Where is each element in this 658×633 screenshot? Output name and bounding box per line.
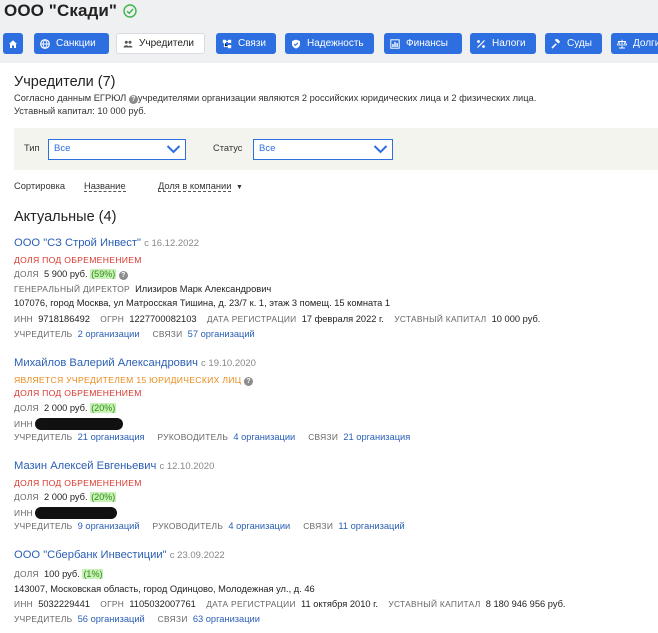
share-percent-badge: (59%) bbox=[90, 269, 117, 279]
tab-home[interactable] bbox=[3, 33, 23, 54]
redacted-inn-mark bbox=[35, 418, 124, 430]
share-line: ДОЛЯ 100 руб. (1%) bbox=[14, 569, 104, 579]
founder-orgs-link[interactable]: 9 организаций bbox=[78, 521, 140, 531]
encumbrance-label: ДОЛЯ ПОД ОБРЕМЕНЕНИЕМ bbox=[14, 255, 142, 265]
manager-orgs-link[interactable]: 4 организации bbox=[228, 521, 290, 531]
type-filter-label: Тип bbox=[24, 143, 40, 153]
sort-label: Сортировка bbox=[14, 181, 66, 191]
tab-sanctions[interactable]: Санкции bbox=[34, 33, 109, 54]
help-icon[interactable]: ? bbox=[118, 271, 128, 280]
founder-orgs-link[interactable]: 2 организации bbox=[78, 329, 140, 339]
share-percent-badge: (20%) bbox=[90, 403, 117, 413]
chevron-down-icon bbox=[373, 145, 388, 154]
caret-down-icon: ▼ bbox=[235, 184, 243, 191]
relations-line: УЧРЕДИТЕЛЬ 9 организаций РУКОВОДИТЕЛЬ 4 … bbox=[14, 521, 405, 531]
tab-courts[interactable]: Суды bbox=[545, 33, 602, 54]
tab-debts[interactable]: Долги bbox=[611, 33, 658, 54]
gavel-icon bbox=[551, 38, 561, 49]
tab-finance[interactable]: Финансы bbox=[384, 33, 462, 54]
founder-entry-name[interactable]: ООО "Сбербанк Инвестиции" с 23.09.2022 bbox=[14, 549, 225, 561]
relations-line: УЧРЕДИТЕЛЬ 21 организация РУКОВОДИТЕЛЬ 4… bbox=[14, 432, 411, 442]
tab-founders[interactable]: Учредители bbox=[116, 33, 205, 54]
company-title: ООО "Скади" bbox=[4, 1, 137, 21]
share-percent-badge: (1%) bbox=[82, 569, 104, 579]
founder-of-label: ЯВЛЯЕТСЯ УЧРЕДИТЕЛЕМ 15 ЮРИДИЧЕСКИХ ЛИЦ … bbox=[14, 375, 254, 386]
encumbrance-label: ДОЛЯ ПОД ОБРЕМЕНЕНИЕМ bbox=[14, 478, 142, 488]
verified-check-icon bbox=[123, 4, 137, 18]
inn-line: ИНН bbox=[14, 418, 124, 430]
address-line: 107076, город Москва, ул Матросская Тиши… bbox=[14, 298, 391, 308]
inn-line: ИНН bbox=[14, 507, 118, 519]
requisites-line: ИНН 9718186492 ОГРН 1227700082103 ДАТА Р… bbox=[14, 314, 541, 324]
share-line: ДОЛЯ 2 000 руб. (20%) bbox=[14, 492, 117, 502]
relations-line: УЧРЕДИТЕЛЬ 56 организаций СВЯЗИ 63 орган… bbox=[14, 614, 260, 624]
home-icon bbox=[9, 39, 17, 48]
founder-entry-name[interactable]: Михайлов Валерий Александрович с 19.10.2… bbox=[14, 357, 256, 369]
type-filter-value: Все bbox=[54, 143, 71, 154]
chart-icon bbox=[390, 38, 400, 49]
tab-label: Долги bbox=[633, 38, 658, 49]
share-percent-badge: (20%) bbox=[90, 492, 117, 502]
people-icon bbox=[123, 40, 133, 47]
type-filter-select[interactable]: Все bbox=[48, 139, 186, 160]
status-filter-value: Все bbox=[259, 143, 276, 154]
help-icon[interactable]: ? bbox=[128, 95, 138, 104]
links-orgs-link[interactable]: 11 организаций bbox=[338, 521, 404, 531]
director-line: ГЕНЕРАЛЬНЫЙ ДИРЕКТОР Илизиров Марк Алекс… bbox=[14, 284, 272, 294]
status-filter-select[interactable]: Все bbox=[253, 139, 393, 160]
founder-entry-name[interactable]: Мазин Алексей Евгеньевич с 12.10.2020 bbox=[14, 460, 214, 472]
share-line: ДОЛЯ 2 000 руб. (20%) bbox=[14, 403, 117, 413]
tab-links[interactable]: Связи bbox=[216, 33, 276, 54]
tab-label: Надежность bbox=[307, 38, 364, 49]
chevron-down-icon bbox=[166, 145, 181, 154]
tab-reliability[interactable]: Надежность bbox=[285, 33, 374, 54]
filter-bar: Тип Все Статус Все bbox=[14, 128, 658, 170]
tab-label: Учредители bbox=[139, 38, 195, 49]
sort-by-name[interactable]: Название bbox=[84, 181, 126, 192]
address-line: 143007, Московская область, город Одинцо… bbox=[14, 584, 315, 594]
manager-orgs-link[interactable]: 4 организации bbox=[233, 432, 295, 442]
authorized-capital: Уставный капитал: 10 000 руб. bbox=[14, 106, 147, 116]
links-orgs-link[interactable]: 21 организация bbox=[343, 432, 410, 442]
help-icon[interactable]: ? bbox=[244, 377, 254, 386]
status-filter-label: Статус bbox=[213, 143, 243, 153]
founder-orgs-link[interactable]: 56 организаций bbox=[78, 614, 145, 624]
relations-line: УЧРЕДИТЕЛЬ 2 организации СВЯЗИ 57 органи… bbox=[14, 329, 255, 339]
encumbrance-label: ДОЛЯ ПОД ОБРЕМЕНЕНИЕМ bbox=[14, 388, 142, 398]
top-bar: ООО "Скади" Санкции Учредители Связи Над… bbox=[0, 0, 658, 63]
tab-label: Налоги bbox=[492, 38, 526, 49]
share-line: ДОЛЯ 5 900 руб. (59%) ? bbox=[14, 269, 128, 280]
tab-label: Финансы bbox=[406, 38, 448, 49]
founder-orgs-link[interactable]: 21 организация bbox=[78, 432, 145, 442]
founder-entry-name[interactable]: ООО "СЗ Строй Инвест" с 16.12.2022 bbox=[14, 237, 199, 249]
percent-icon bbox=[477, 39, 485, 48]
redacted-inn-mark bbox=[35, 507, 118, 519]
scales-icon bbox=[617, 39, 627, 48]
links-orgs-link[interactable]: 63 организации bbox=[193, 614, 260, 624]
founders-description: Согласно данным ЕГРЮЛ ? учредителями орга… bbox=[14, 93, 537, 104]
company-name: ООО "Скади" bbox=[4, 1, 118, 20]
current-section-title: Актуальные (4) bbox=[14, 209, 117, 225]
network-icon bbox=[222, 39, 232, 48]
globe-icon bbox=[40, 38, 50, 49]
links-orgs-link[interactable]: 57 организаций bbox=[188, 329, 255, 339]
tab-label: Связи bbox=[238, 38, 267, 49]
founders-title: Учредители (7) bbox=[14, 74, 116, 90]
sort-by-share[interactable]: Доля в компании ▼ bbox=[158, 181, 243, 192]
shield-icon bbox=[292, 39, 300, 48]
tab-taxes[interactable]: Налоги bbox=[470, 33, 536, 54]
tab-label: Суды bbox=[567, 38, 592, 49]
requisites-line: ИНН 5032229441 ОГРН 1105032007761 ДАТА Р… bbox=[14, 599, 566, 609]
tab-label: Санкции bbox=[56, 38, 96, 49]
